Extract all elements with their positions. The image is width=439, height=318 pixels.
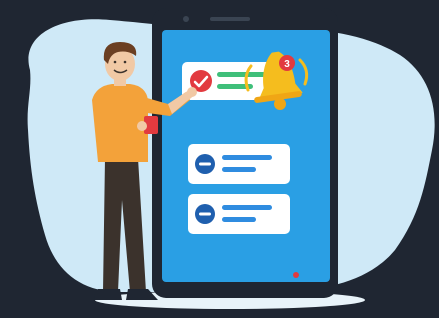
hand-left	[137, 121, 147, 131]
card-1-line-1	[217, 72, 269, 77]
card-3-line-1	[222, 205, 272, 210]
eye-left	[113, 60, 117, 64]
hand-right	[187, 87, 197, 97]
notification-card-2[interactable]	[188, 144, 290, 184]
notification-badge: 3	[279, 55, 295, 71]
card-2-line-2	[222, 167, 256, 172]
eye-right	[123, 60, 127, 64]
card-2-line-1	[222, 155, 272, 160]
badge-count: 3	[284, 59, 290, 70]
home-button	[293, 272, 299, 278]
card-3-line-2	[222, 217, 256, 222]
speaker-slot	[210, 17, 250, 21]
notification-card-3[interactable]	[188, 194, 290, 234]
shoe-left	[94, 289, 122, 300]
camera-dot	[183, 16, 189, 22]
illustration-scene: 3	[0, 0, 439, 318]
illustration: 3	[0, 0, 439, 318]
